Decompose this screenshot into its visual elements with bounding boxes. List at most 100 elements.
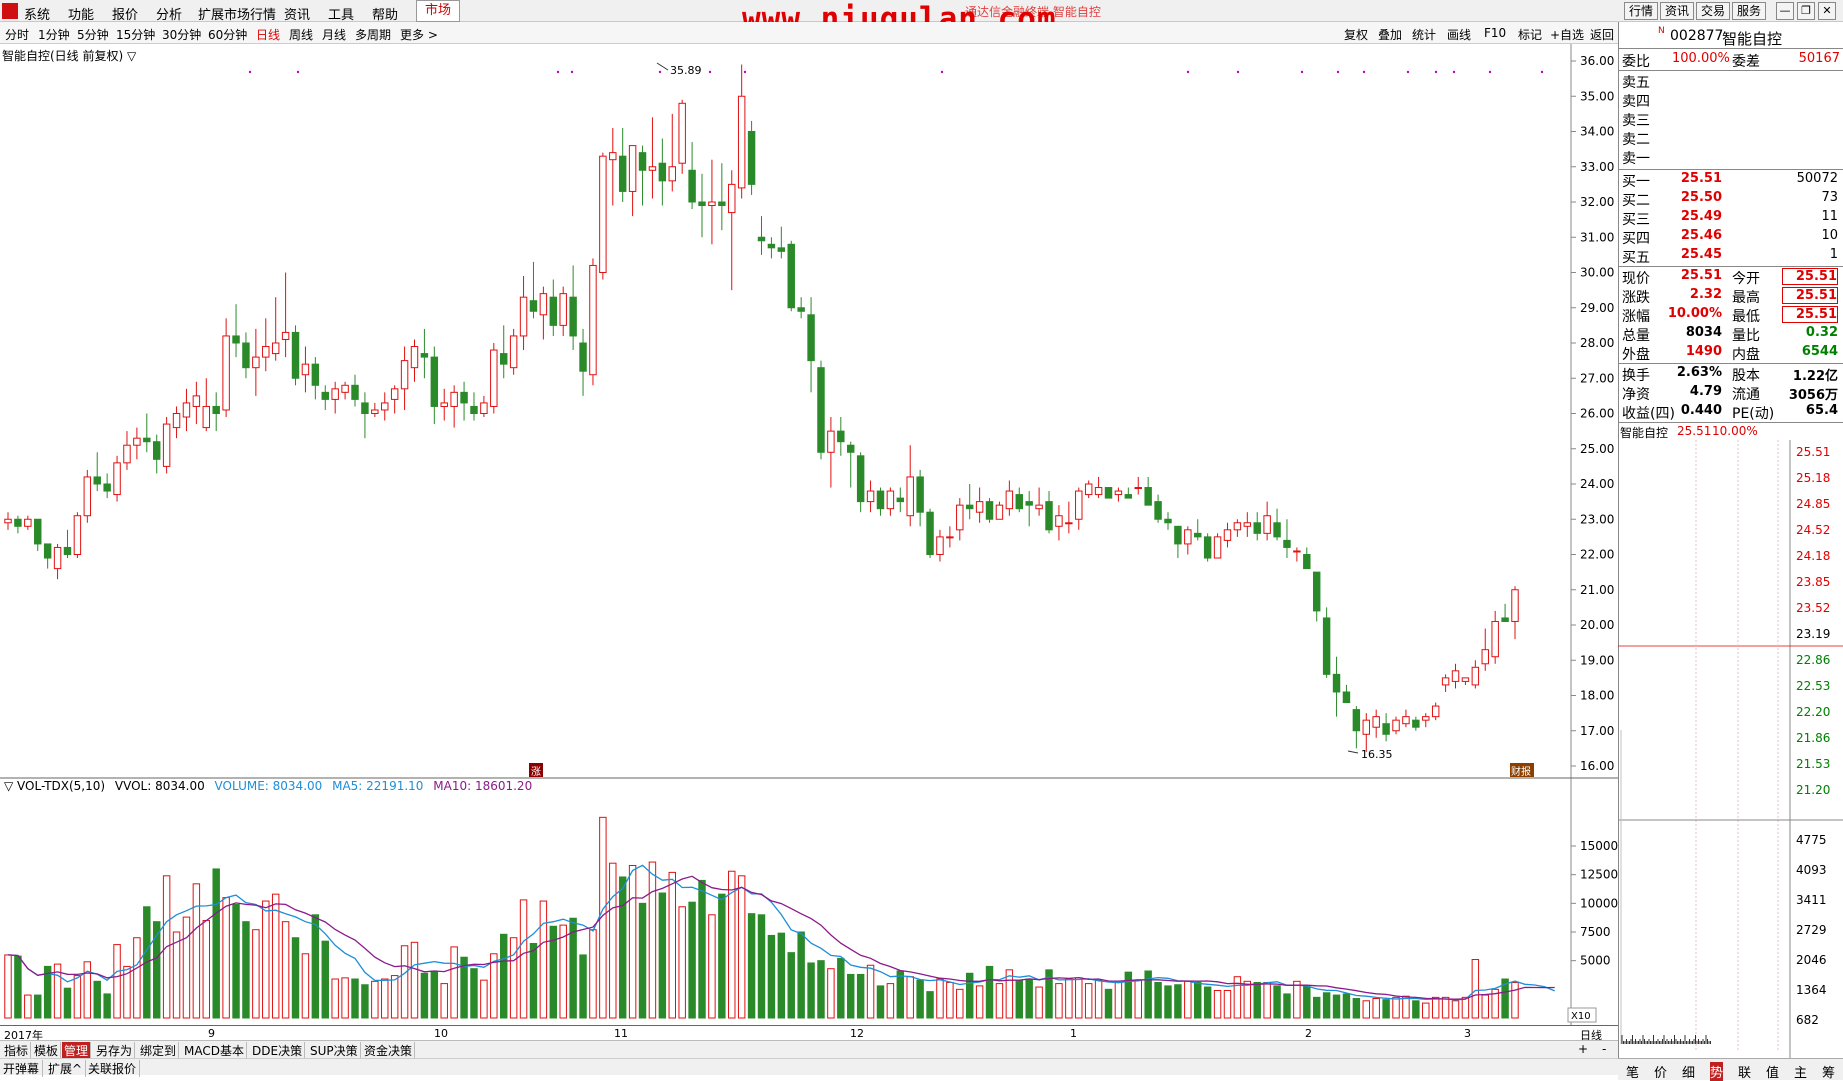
zoom-in-button[interactable]: + [1576,1042,1590,1056]
tool-zixuan[interactable]: +自选 [1550,26,1584,43]
menu-system[interactable]: 系统 [24,4,50,23]
price-tick: 22.00 [1580,548,1614,562]
tab-zhibiao[interactable]: 指标 [2,1042,32,1059]
intraday-mini-chart[interactable]: 25.51 25.18 24.85 24.52 24.18 23.85 23.52 23.19… [1618,440,1843,1058]
tab-danmu[interactable]: 开弹幕 [3,1060,44,1077]
candle-body [995,504,1004,520]
mini-volume-tick: 682 [1796,1013,1819,1027]
tab-macd[interactable]: MACD基本 [182,1042,247,1059]
candle-body [1154,501,1162,520]
volume-bar [856,973,865,1019]
candle-body [1501,617,1509,622]
tab-zijin[interactable]: 资金决策 [362,1042,416,1059]
panel-tab[interactable]: 势 [1710,1062,1724,1081]
menu-help[interactable]: 帮助 [372,4,398,23]
tab-hangqing[interactable]: 行情 [1624,2,1658,20]
period-monthly[interactable]: 月线 [322,26,346,43]
price-tick: 26.00 [1580,407,1614,421]
candle-body [361,402,369,414]
panel-tab[interactable]: 笔 [1626,1062,1639,1081]
panel-tab[interactable]: 细 [1682,1062,1695,1081]
tab-guanli[interactable]: 管理 [62,1042,92,1059]
period-5min[interactable]: 5分钟 [77,26,109,43]
period-60min[interactable]: 60分钟 [208,26,247,43]
period-multi[interactable]: 多周期 [355,26,391,43]
price-tick: 16.00 [1580,759,1614,773]
candle-body [757,236,766,242]
period-30min[interactable]: 30分钟 [162,26,201,43]
buy-level-price[interactable]: 25.51 [1668,171,1722,186]
tool-fuquan[interactable]: 复权 [1344,26,1368,43]
candle-body [688,169,696,203]
volume-bar [311,914,320,1019]
buy-level-price[interactable]: 25.45 [1668,247,1722,262]
period-daily[interactable]: 日线 [256,26,280,43]
candle-body [470,405,478,415]
vol-vvol: VVOL: 8034.00 [114,779,205,793]
panel-tab[interactable]: 价 [1654,1062,1667,1081]
tab-fuwu[interactable]: 服务 [1732,2,1766,20]
tool-diejia[interactable]: 叠加 [1378,26,1402,43]
tab-bangdingdao[interactable]: 绑定到 [138,1042,180,1059]
event-dot [1336,70,1340,74]
candle-body [569,296,577,337]
buy-level-volume: 1 [1829,247,1838,262]
volume-bar [232,903,240,1019]
tab-sup[interactable]: SUP决策 [308,1042,361,1059]
buy-level-price[interactable]: 25.50 [1668,190,1722,205]
finance-label: 换手 [1622,368,1650,384]
tab-lingcunwei[interactable]: 另存为 [94,1042,136,1059]
panel-tab[interactable]: 联 [1738,1062,1751,1081]
tool-f10[interactable]: F10 [1484,26,1506,40]
volume-bar [1213,989,1222,1019]
period-fenshi[interactable]: 分时 [5,26,29,43]
tab-zixun[interactable]: 资讯 [1660,2,1694,20]
candle-body [63,546,72,556]
low-annotation: 16.35 [1347,748,1393,761]
restore-button[interactable]: ❐ [1797,2,1815,20]
candle-body [1055,515,1063,527]
event-dot [1488,70,1492,74]
mini-price-tick: 22.86 [1796,653,1830,667]
market-button[interactable]: 市场 [416,0,460,22]
panel-tab[interactable]: 值 [1766,1062,1779,1081]
event-dot [1300,70,1304,74]
buy-level-price[interactable]: 25.46 [1668,228,1722,243]
tool-biaoji[interactable]: 标记 [1518,26,1542,43]
period-1min[interactable]: 1分钟 [38,26,70,43]
volume-bar [618,876,627,1019]
buy-level-price[interactable]: 25.49 [1668,209,1722,224]
volume-bar [866,964,875,1019]
tool-tongji[interactable]: 统计 [1412,26,1436,43]
zoom-out-button[interactable]: - [1600,1042,1608,1056]
zhang-marker: 涨 [531,766,541,778]
menu-ext-market[interactable]: 扩展市场行情 [198,4,276,23]
period-more[interactable]: 更多 > [400,26,438,43]
menu-news[interactable]: 资讯 [284,4,310,23]
tab-kuozhan[interactable]: 扩展^ [48,1060,87,1077]
volume-bar [1372,998,1380,1019]
period-weekly[interactable]: 周线 [289,26,313,43]
kline-chart[interactable]: 36.00 35.00 34.00 33.00 32.00 31.00 30.00 29.00… [0,44,1618,1040]
tab-jiaoyi[interactable]: 交易 [1696,2,1730,20]
panel-tab[interactable]: 筹 [1822,1062,1835,1081]
volume-bar [559,924,567,1019]
tab-dde[interactable]: DDE决策 [250,1042,306,1059]
minimize-button[interactable]: — [1776,2,1794,20]
tab-muban[interactable]: 模板 [32,1042,62,1059]
tool-back[interactable]: 返回 [1590,26,1614,43]
menu-function[interactable]: 功能 [68,4,94,23]
close-button[interactable]: ✕ [1818,2,1836,20]
period-15min[interactable]: 15分钟 [116,26,155,43]
candle-body [1342,691,1351,704]
tab-guanlian[interactable]: 关联报价 [88,1060,141,1077]
candle-body [1481,649,1489,665]
volume-bar [579,954,587,1019]
menu-analysis[interactable]: 分析 [156,4,182,23]
vol-indicator-name[interactable]: ▽ VOL-TDX(5,10) [4,779,105,793]
panel-tab[interactable]: 主 [1794,1062,1807,1081]
menu-tools[interactable]: 工具 [328,4,354,23]
menu-quote[interactable]: 报价 [112,4,138,23]
tool-huaxian[interactable]: 画线 [1447,26,1471,43]
app-logo-icon[interactable] [2,3,18,19]
